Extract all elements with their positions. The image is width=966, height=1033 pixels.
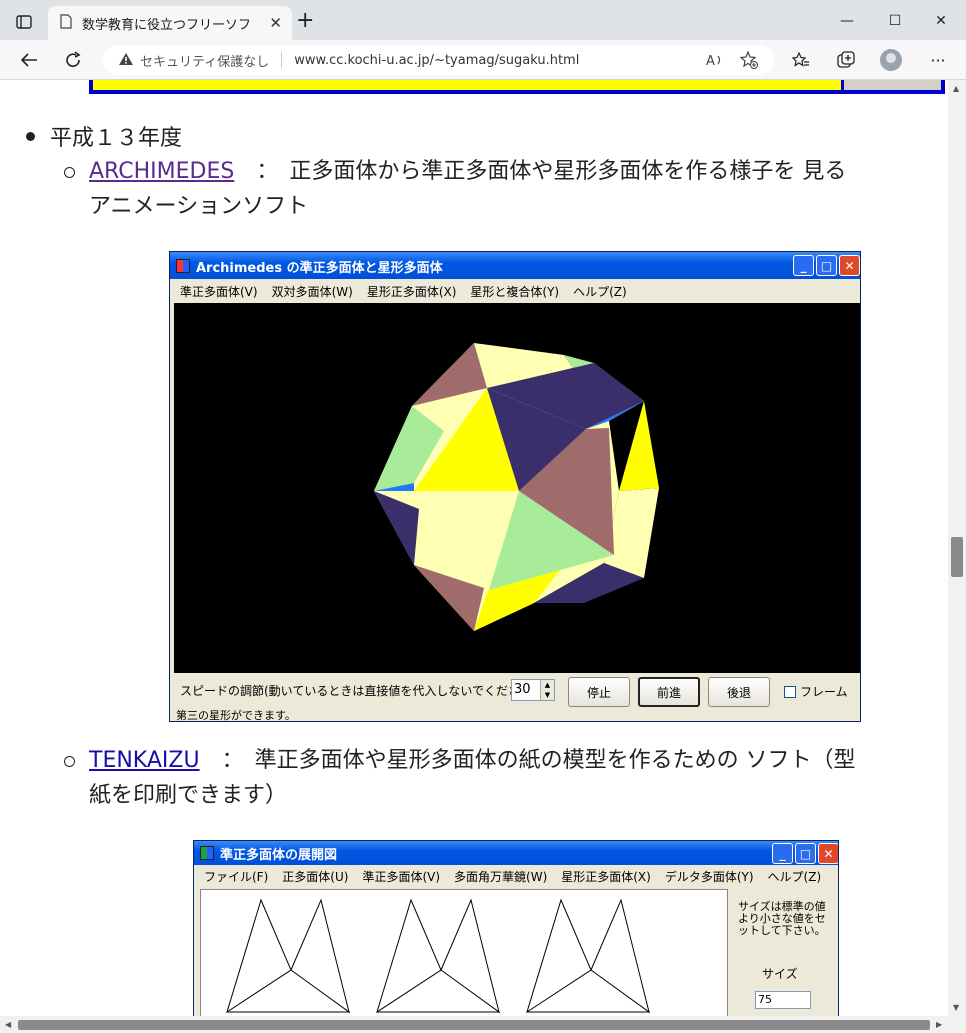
horizontal-scrollbar[interactable]: ◀ ▶ [0, 1016, 966, 1033]
size-label: サイズ [762, 967, 798, 981]
archimedes-titlebar: Archimedes の準正多面体と星形多面体 _ □ ✕ [170, 252, 860, 279]
archimedes-description: ： 正多面体から準正多面体や星形多面体を作る様子を 見る [234, 159, 847, 184]
vertical-scroll-thumb[interactable] [951, 537, 963, 577]
archimedes-controls: スピードの調節(動いているときは直接値を代入しないでください) 30 ▲ ▼ 停止… [174, 673, 860, 709]
archimedes-screenshot: Archimedes の準正多面体と星形多面体 _ □ ✕ 準正多面体(V) 双… [169, 251, 861, 722]
menu-item: 星形正多面体(X) [561, 869, 651, 884]
scroll-left-icon[interactable]: ◀ [5, 1020, 11, 1029]
page-icon [60, 13, 72, 33]
archimedes-statusbar: 第三の星形ができます。 [176, 709, 296, 722]
tenkaizu-link[interactable]: TENKAIZU [89, 748, 200, 773]
xp-maximize-button: □ [795, 843, 816, 864]
banner-image [89, 80, 945, 94]
tab-close-icon[interactable]: ✕ [269, 14, 282, 32]
polyhedron-net-drawing [226, 898, 651, 1014]
profile-avatar[interactable] [880, 49, 902, 71]
refresh-icon[interactable] [60, 48, 86, 72]
minimize-button[interactable]: — [832, 8, 862, 34]
back-button: 後退 [708, 677, 770, 707]
browser-titlebar: 数学教育に役立つフリーソフト達 ✕ + — ☐ ✕ [0, 0, 966, 40]
speed-value: 30 [514, 682, 531, 697]
close-button[interactable]: ✕ [926, 8, 956, 34]
tenkaizu-menubar: ファイル(F) 正多面体(U) 準正多面体(V) 多面角万華鏡(W) 星形正多面… [194, 865, 838, 887]
menu-item: 星形と複合体(Y) [470, 284, 560, 299]
tenkaizu-description: ： 準正多面体や星形多面体の紙の模型を作るための ソフト（型 [199, 748, 856, 773]
scroll-down-icon[interactable]: ▼ [953, 1003, 959, 1012]
tenkaizu-screenshot: 準正多面体の展開図 _ □ ✕ ファイル(F) 正多面体(U) 準正多面体(V)… [193, 840, 839, 1016]
xp-minimize-button: _ [772, 843, 793, 864]
security-label[interactable]: セキュリティ保護なし [140, 51, 269, 70]
size-hint: サイズは標準の値より小さな値をセットして下さい。 [738, 900, 826, 937]
tab-title: 数学教育に役立つフリーソフト達 [82, 17, 252, 33]
frame-label: フレーム [800, 685, 848, 699]
browser-navbar: セキュリティ保護なし www.cc.kochi-u.ac.jp/~tyamag/… [0, 40, 966, 80]
collections-icon[interactable] [833, 48, 859, 72]
url-text[interactable]: www.cc.kochi-u.ac.jp/~tyamag/sugaku.html [294, 53, 579, 68]
tab-actions-icon[interactable] [10, 10, 38, 34]
warning-icon[interactable] [118, 51, 134, 70]
speed-label: スピードの調節(動いているときは直接値を代入しないでください) [180, 684, 537, 698]
menu-item: 多面角万華鏡(W) [454, 869, 548, 884]
menu-item: 準正多面体(V) [180, 284, 258, 299]
net-drawing-area [200, 889, 728, 1016]
address-divider [281, 52, 283, 68]
forward-button: 前進 [638, 677, 700, 707]
list-bullet [26, 132, 35, 141]
maximize-button[interactable]: ☐ [880, 8, 910, 34]
new-tab-button[interactable]: + [296, 10, 314, 32]
address-bar[interactable]: セキュリティ保護なし www.cc.kochi-u.ac.jp/~tyamag/… [102, 45, 774, 75]
favorites-icon[interactable] [788, 48, 814, 72]
read-aloud-icon[interactable]: A [704, 49, 726, 71]
size-field: 75 [755, 991, 811, 1009]
app-icon [200, 846, 214, 860]
menu-item: デルタ多面体(Y) [664, 869, 754, 884]
horizontal-scroll-thumb[interactable] [18, 1020, 930, 1030]
xp-close-button: ✕ [818, 843, 838, 864]
more-menu-icon[interactable]: ··· [925, 48, 951, 72]
xp-minimize-button: _ [793, 255, 814, 276]
scroll-up-icon[interactable]: ▲ [953, 84, 959, 93]
app-icon [176, 259, 190, 273]
page-content: 平成１３年度 ARCHIMEDES ： 正多面体から準正多面体や星形多面体を作る… [0, 80, 948, 1016]
archimedes-menubar: 準正多面体(V) 双対多面体(W) 星形正多面体(X) 星形と複合体(Y) ヘル… [170, 279, 860, 303]
polyhedron-image [374, 343, 659, 631]
menu-item: 準正多面体(V) [362, 869, 441, 884]
archimedes-description-line2: アニメーションソフト [89, 194, 309, 219]
back-icon[interactable] [16, 48, 42, 72]
menu-item: ヘルプ(Z) [767, 869, 822, 884]
menu-item: ヘルプ(Z) [573, 284, 627, 299]
tenkaizu-title: 準正多面体の展開図 [220, 848, 338, 863]
tab-active[interactable]: 数学教育に役立つフリーソフト達 ✕ [48, 6, 292, 40]
sublist-bullet [64, 756, 75, 767]
svg-text:A: A [706, 54, 715, 67]
scroll-right-icon[interactable]: ▶ [936, 1020, 942, 1029]
menu-item: 双対多面体(W) [271, 284, 353, 299]
menu-item: ファイル(F) [204, 869, 269, 884]
polyhedron-canvas [174, 303, 860, 673]
menu-item: 星形正多面体(X) [366, 284, 457, 299]
xp-close-button: ✕ [839, 255, 860, 276]
add-favorite-icon[interactable] [738, 49, 760, 71]
archimedes-link[interactable]: ARCHIMEDES [89, 159, 234, 184]
spinner-arrows-icon: ▲ ▼ [540, 680, 554, 700]
menu-item: 正多面体(U) [282, 869, 349, 884]
archimedes-title: Archimedes の準正多面体と星形多面体 [196, 261, 443, 276]
frame-checkbox [784, 686, 796, 698]
tenkaizu-titlebar: 準正多面体の展開図 _ □ ✕ [194, 841, 838, 865]
vertical-scrollbar[interactable]: ▲ ▼ [948, 80, 966, 1016]
tenkaizu-description-line2: 紙を印刷できます） [89, 783, 288, 808]
year-heading: 平成１３年度 [50, 126, 183, 151]
xp-maximize-button: □ [816, 255, 837, 276]
stop-button: 停止 [568, 677, 630, 707]
speed-stepper: 30 ▲ ▼ [511, 679, 555, 701]
list-item-tenkaizu: TENKAIZU ： 準正多面体や星形多面体の紙の模型を作るための ソフト（型 [89, 743, 939, 778]
sublist-bullet [64, 167, 75, 178]
list-item-archimedes: ARCHIMEDES ： 正多面体から準正多面体や星形多面体を作る様子を 見る [89, 154, 939, 189]
